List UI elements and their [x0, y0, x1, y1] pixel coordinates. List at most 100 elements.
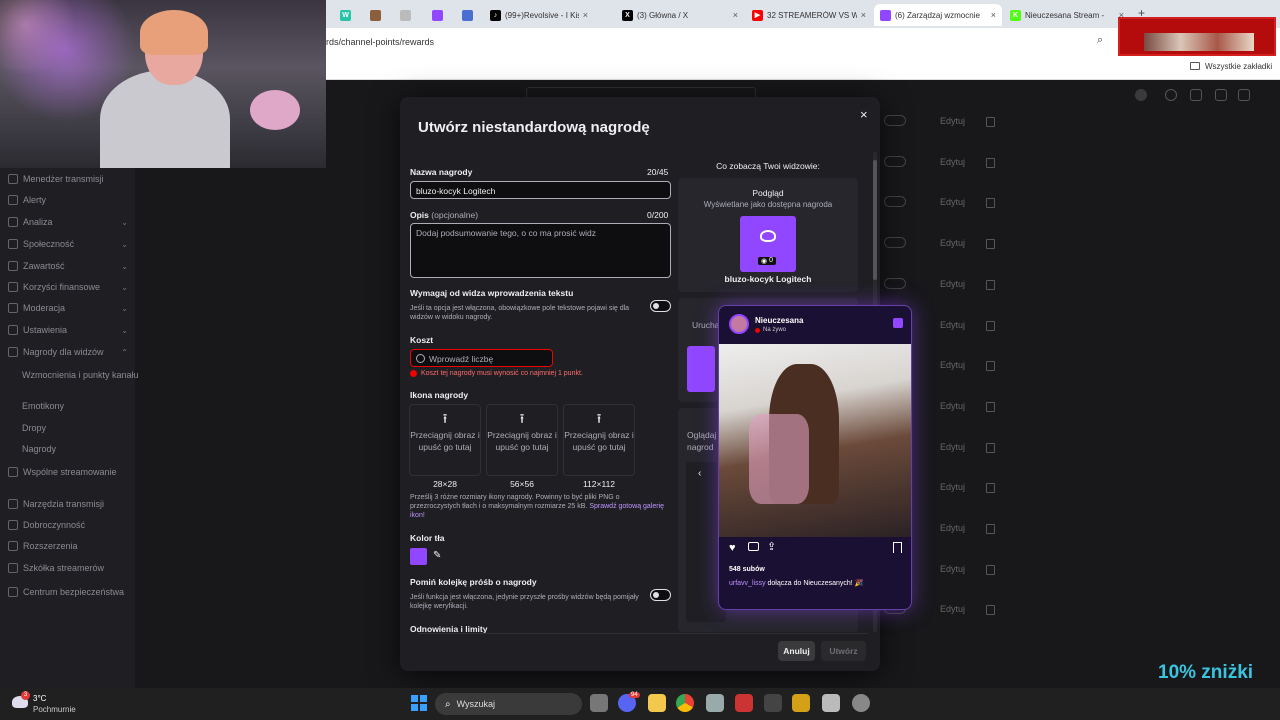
- file-explorer-icon[interactable]: [648, 694, 666, 712]
- edit-reward-button[interactable]: Edytuj: [940, 442, 965, 452]
- trash-icon[interactable]: [986, 239, 995, 250]
- cancel-button[interactable]: Anuluj: [778, 641, 815, 661]
- reward-toggle[interactable]: [884, 237, 906, 249]
- sidebar-item[interactable]: Rozszerzenia: [8, 541, 128, 551]
- color-swatch[interactable]: [410, 548, 427, 565]
- edit-reward-button[interactable]: Edytuj: [940, 604, 965, 614]
- inbox-icon[interactable]: [1215, 89, 1227, 101]
- sidebar-item[interactable]: Narzędzia transmisji: [8, 499, 128, 509]
- trash-icon[interactable]: [986, 605, 995, 616]
- comment-icon[interactable]: [748, 542, 759, 551]
- description-input[interactable]: Dodaj podsumowanie tego, o co ma prosić …: [410, 223, 671, 278]
- edit-reward-button[interactable]: Edytuj: [940, 564, 965, 574]
- trash-icon[interactable]: [986, 442, 995, 453]
- sidebar-item[interactable]: Ustawienia ⌄: [8, 325, 128, 335]
- browser-tab[interactable]: [456, 4, 482, 26]
- chevron-left-icon[interactable]: ‹: [698, 468, 701, 479]
- close-tab-icon[interactable]: ×: [861, 10, 866, 20]
- edit-reward-button[interactable]: Edytuj: [940, 360, 965, 370]
- browser-tab[interactable]: ▶ 32 STREAMERÓW VS W ×: [746, 4, 872, 26]
- edit-reward-button[interactable]: Edytuj: [940, 116, 965, 126]
- sidebar-item[interactable]: Wzmocnienia i punkty kanału: [22, 370, 142, 380]
- upload-56[interactable]: ⭱ Przeciągnij obraz i upuść go tutaj: [486, 404, 558, 476]
- taskbar-search[interactable]: ⌕ Wyszukaj: [435, 693, 582, 715]
- sidebar-item[interactable]: Nagrody dla widzów ⌃: [8, 347, 128, 357]
- trash-icon[interactable]: [986, 483, 995, 494]
- sidebar-item[interactable]: Centrum bezpieczeństwa: [8, 587, 128, 597]
- reward-toggle[interactable]: [884, 155, 906, 167]
- all-bookmarks[interactable]: Wszystkie zakładki: [1205, 62, 1272, 71]
- reward-toggle[interactable]: [884, 196, 906, 208]
- edit-reward-button[interactable]: Edytuj: [940, 279, 965, 289]
- sidebar-item[interactable]: Alerty: [8, 195, 128, 205]
- edit-reward-button[interactable]: Edytuj: [940, 238, 965, 248]
- app-icon-2[interactable]: [735, 694, 753, 712]
- search-icon[interactable]: ⌕: [1097, 34, 1103, 47]
- sidebar-item[interactable]: Zawartość ⌄: [8, 261, 128, 271]
- sidebar-item[interactable]: Dobroczynność: [8, 520, 128, 530]
- edit-reward-button[interactable]: Edytuj: [940, 157, 965, 167]
- chat-icon[interactable]: [1190, 89, 1202, 101]
- eyedropper-icon[interactable]: ✎: [433, 550, 441, 561]
- league-icon[interactable]: [792, 694, 810, 712]
- close-tab-icon[interactable]: ×: [991, 10, 996, 20]
- task-view-icon[interactable]: [590, 694, 608, 712]
- sidebar-item[interactable]: Społeczność ⌄: [8, 239, 128, 249]
- upload-28[interactable]: ⭱ Przeciągnij obraz i upuść go tutaj: [409, 404, 481, 476]
- close-tab-icon[interactable]: ×: [583, 10, 588, 20]
- require-text-toggle[interactable]: [650, 300, 671, 312]
- edit-reward-button[interactable]: Edytuj: [940, 523, 965, 533]
- app-icon-3[interactable]: [764, 694, 782, 712]
- reward-toggle[interactable]: [884, 115, 906, 126]
- trash-icon[interactable]: [986, 198, 995, 209]
- skip-queue-toggle[interactable]: [650, 589, 671, 601]
- sidebar-item[interactable]: Dropy: [22, 423, 142, 433]
- bookmark-icon[interactable]: [893, 542, 902, 553]
- browser-tab[interactable]: [426, 4, 452, 26]
- sidebar-item[interactable]: Menedżer transmisji: [8, 174, 128, 184]
- sidebar-item[interactable]: Wspólne streamowanie: [8, 467, 128, 477]
- browser-tab[interactable]: [394, 4, 416, 26]
- heart-icon[interactable]: ♥: [729, 542, 736, 554]
- cost-input[interactable]: Wprowadź liczbę: [410, 349, 553, 367]
- browser-tab[interactable]: W: [334, 4, 356, 26]
- browser-tab[interactable]: X (3) Główna / X ×: [616, 4, 744, 26]
- windows-start-icon[interactable]: [411, 695, 427, 711]
- trash-icon[interactable]: [986, 320, 995, 331]
- edit-reward-button[interactable]: Edytuj: [940, 482, 965, 492]
- close-icon[interactable]: ×: [860, 107, 868, 122]
- browser-tab[interactable]: [364, 4, 386, 26]
- close-tab-icon[interactable]: ×: [733, 10, 738, 20]
- trash-icon[interactable]: [986, 524, 995, 534]
- trash-icon[interactable]: [986, 117, 995, 127]
- help-icon[interactable]: [1165, 89, 1177, 101]
- url-text[interactable]: rds/channel-points/rewards: [326, 37, 434, 47]
- chrome-icon[interactable]: [676, 694, 694, 712]
- reward-name-input[interactable]: bluzo-kocyk Logitech: [410, 181, 671, 199]
- app-icon-4[interactable]: [822, 694, 840, 712]
- share-icon[interactable]: ⇪: [767, 540, 776, 553]
- trash-icon[interactable]: [986, 564, 995, 575]
- notifications-icon[interactable]: [1238, 89, 1250, 101]
- create-button[interactable]: Utwórz: [821, 641, 866, 661]
- sidebar-item[interactable]: Emotikony: [22, 401, 142, 411]
- sidebar-item[interactable]: Korzyści finansowe ⌄: [8, 282, 128, 292]
- edit-reward-button[interactable]: Edytuj: [940, 401, 965, 411]
- trash-icon[interactable]: [986, 361, 995, 372]
- browser-tab[interactable]: ♪ (99+)Revolsive - I Kisse ×: [484, 4, 594, 26]
- edit-reward-button[interactable]: Edytuj: [940, 320, 965, 330]
- sidebar-item[interactable]: Nagrody: [22, 444, 142, 454]
- browser-tab[interactable]: K Nieuczesana Stream - ×: [1004, 4, 1130, 26]
- reward-toggle[interactable]: [884, 277, 906, 289]
- settings-icon[interactable]: [852, 694, 870, 712]
- edit-reward-button[interactable]: Edytuj: [940, 197, 965, 207]
- sidebar-item[interactable]: Analiza ⌄: [8, 217, 128, 227]
- upload-112[interactable]: ⭱ Przeciągnij obraz i upuść go tutaj: [563, 404, 635, 476]
- extension-icon[interactable]: [1135, 89, 1147, 101]
- sidebar-item[interactable]: Szkółka streamerów: [8, 563, 128, 573]
- browser-tab[interactable]: (6) Zarządzaj wzmocnie ×: [874, 4, 1002, 26]
- app-icon-1[interactable]: [706, 694, 724, 712]
- sidebar-item[interactable]: Moderacja ⌄: [8, 303, 128, 313]
- trash-icon[interactable]: [986, 401, 995, 412]
- trash-icon[interactable]: [986, 157, 995, 168]
